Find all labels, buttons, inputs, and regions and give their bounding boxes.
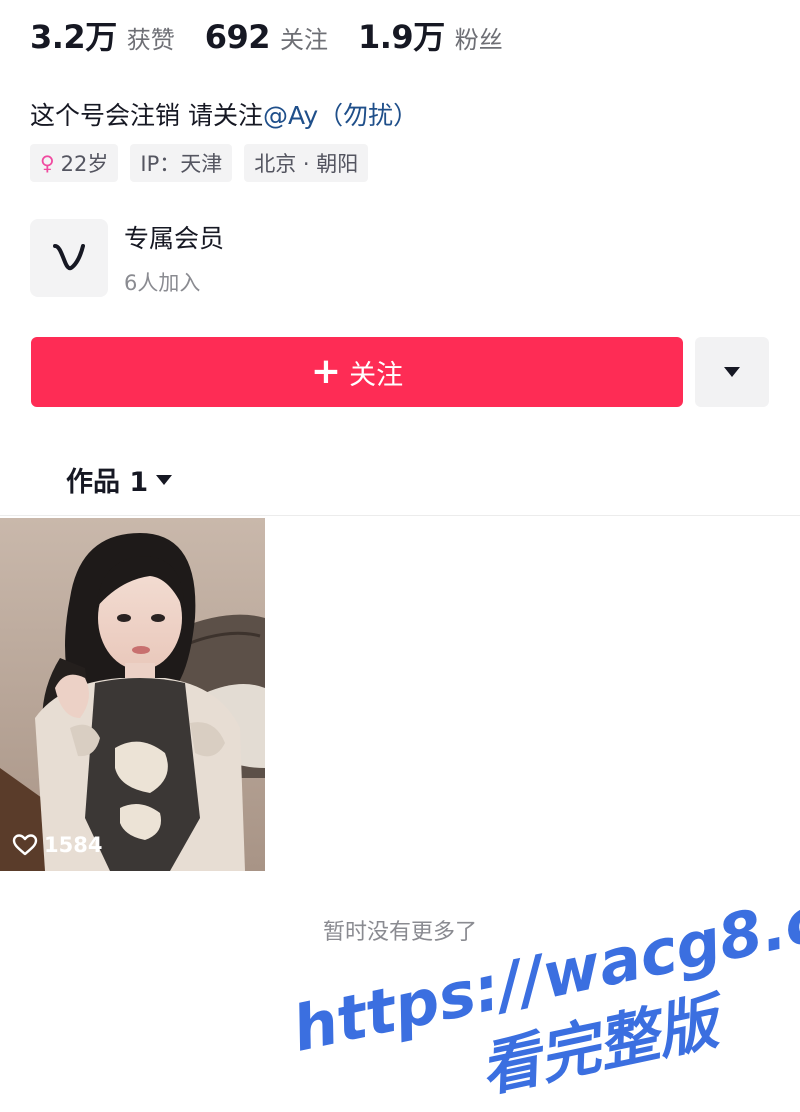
video-thumbnail[interactable]: 1584 [0,518,265,871]
bio-mention-link[interactable]: @Ay（勿扰） [263,101,418,130]
ip-tag-label: IP：天津 [140,152,223,176]
age-tag: ♀ 22岁 [30,144,119,182]
stats-row: 3.2万 获赞 692 关注 1.9万 粉丝 [30,12,533,56]
video-cover-image [0,518,265,871]
video-likes-count: 1584 [44,833,103,857]
stat-followers-label: 粉丝 [454,26,503,54]
membership-v-icon [30,219,108,297]
stat-following[interactable]: 692 关注 [205,18,328,56]
triangle-down-icon [156,474,173,485]
video-likes: 1584 [12,833,102,857]
stat-following-value: 692 [204,18,271,56]
profile-bio: 这个号会注销 请关注@Ay（勿扰） [30,96,418,132]
follow-button-label: 关注 [349,359,404,391]
stat-likes-label: 获赞 [126,26,175,54]
ip-tag: IP：天津 [130,144,233,182]
female-gender-icon: ♀ [40,151,55,175]
follow-button[interactable]: + 关注 [31,337,683,407]
location-tag[interactable]: 北京 · 朝阳 [244,144,369,182]
watermark-url: https://wacg8.com [286,860,800,1066]
more-options-button[interactable] [695,337,769,407]
membership-subtitle: 6人加入 [124,271,201,295]
stat-likes-value: 3.2万 [30,18,117,56]
membership-text: 专属会员 6人加入 [124,219,224,297]
stat-followers-value: 1.9万 [358,18,445,56]
tab-works-label: 作品 1 [66,467,149,498]
bio-text: 这个号会注销 请关注 [30,101,263,130]
no-more-content-text: 暂时没有更多了 [322,920,477,945]
profile-tags: ♀ 22岁 IP：天津 北京 · 朝阳 [30,144,380,182]
triangle-down-icon [724,367,740,377]
heart-outline-icon [12,834,38,856]
stat-likes[interactable]: 3.2万 获赞 [30,12,175,58]
location-tag-label: 北京 · 朝阳 [254,152,359,176]
watermark-subtitle: 看完整版 [474,985,733,1105]
exclusive-membership-card[interactable]: 专属会员 6人加入 [30,219,224,297]
membership-title: 专属会员 [124,224,225,253]
tab-works[interactable]: 作品 1 [66,460,173,499]
plus-icon: + [310,351,342,392]
age-tag-label: 22岁 [60,152,109,176]
divider [0,515,800,516]
stat-following-label: 关注 [280,26,328,54]
stat-followers[interactable]: 1.9万 粉丝 [358,12,503,58]
